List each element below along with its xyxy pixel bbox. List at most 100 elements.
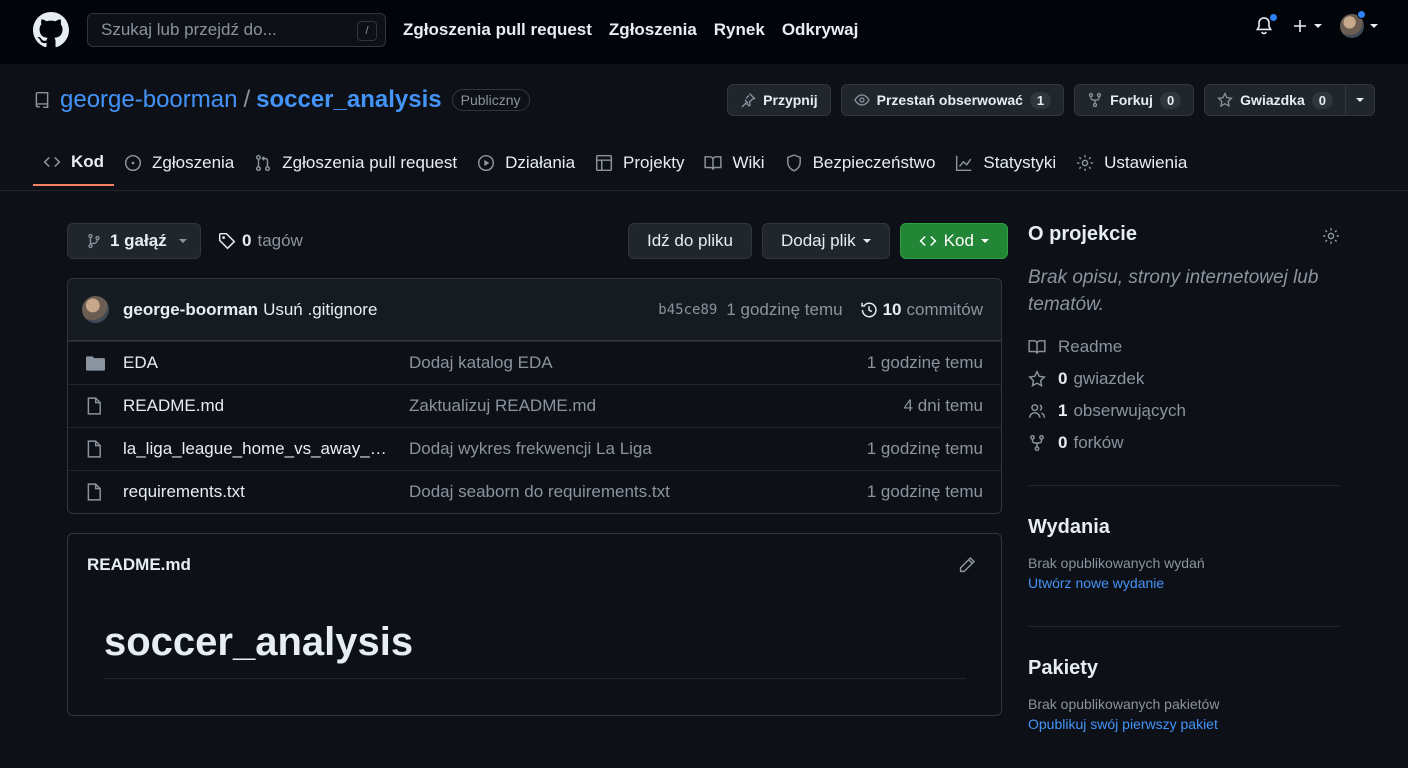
sidebar-divider (1028, 626, 1340, 627)
releases-title[interactable]: Wydania (1028, 516, 1340, 539)
file-name[interactable]: README.md (123, 396, 393, 416)
issue-icon (125, 154, 142, 172)
edit-readme-button[interactable] (958, 556, 976, 574)
create-new-button[interactable] (1292, 18, 1322, 34)
nav-pull-requests[interactable]: Zgłoszenia pull request (403, 20, 592, 40)
star-dropdown-button[interactable] (1346, 84, 1375, 116)
search-shortcut-hint: / (357, 21, 377, 41)
commit-time: 1 godzinę temu (726, 299, 843, 319)
tab-pull-requests[interactable]: Zgłoszenia pull request (244, 140, 467, 186)
nav-issues[interactable]: Zgłoszenia (609, 20, 697, 40)
avatar[interactable] (82, 296, 109, 323)
fork-icon (1030, 434, 1044, 452)
status-dot (1357, 10, 1366, 19)
tab-settings-label: Ustawienia (1104, 153, 1188, 172)
star-button[interactable]: Gwiazdka 0 (1204, 84, 1346, 116)
file-commit-message[interactable]: Dodaj wykres frekwencji La Liga (409, 439, 867, 459)
pull-request-icon (256, 154, 271, 172)
commit-author[interactable]: george-boorman (123, 300, 258, 320)
edit-about-button[interactable] (1322, 227, 1340, 245)
code-button[interactable]: Kod (899, 223, 1008, 259)
code-icon (919, 235, 937, 247)
releases-section: Wydania Brak opublikowanych wydań Utwórz… (1028, 485, 1340, 591)
commit-message[interactable]: Usuń .gitignore (263, 300, 377, 320)
branch-selector[interactable]: 1 gałąź (67, 223, 201, 259)
star-icon (1217, 92, 1234, 108)
commit-sha[interactable]: b45ce89 (658, 302, 717, 318)
tab-security[interactable]: Bezpieczeństwo (775, 140, 946, 186)
packages-section: Pakiety Brak opublikowanych pakietów Opu… (1028, 626, 1340, 732)
nav-explore[interactable]: Odkrywaj (782, 20, 859, 40)
file-table: george-boorman Usuń .gitignore b45ce89 1… (67, 278, 1002, 514)
tab-actions[interactable]: Działania (467, 140, 585, 186)
about-sidebar: O projekcie Brak opisu, strony interneto… (1028, 223, 1340, 732)
watchers-link[interactable]: 1 obserwujących (1028, 401, 1340, 421)
github-logo-icon[interactable] (33, 12, 69, 48)
tab-settings[interactable]: Ustawienia (1066, 140, 1197, 186)
add-file-button[interactable]: Dodaj plik (762, 223, 890, 259)
tab-insights[interactable]: Statystyki (945, 140, 1066, 186)
tab-projects-label: Projekty (623, 153, 685, 172)
file-commit-message[interactable]: Dodaj katalog EDA (409, 353, 867, 373)
user-menu-button[interactable] (1340, 10, 1378, 38)
branch-icon (88, 233, 100, 249)
star-label: Gwiazdka (1240, 92, 1305, 108)
file-time: 4 dni temu (903, 396, 983, 415)
book-icon (704, 156, 723, 170)
tab-code-label: Kod (71, 152, 105, 171)
tab-wiki[interactable]: Wiki (694, 140, 774, 186)
code-icon (43, 156, 61, 168)
tags-link[interactable]: 0 tagów (218, 231, 303, 251)
code-button-label: Kod (943, 231, 974, 250)
packages-title[interactable]: Pakiety (1028, 657, 1340, 680)
create-release-link[interactable]: Utwórz nowe wydanie (1028, 575, 1340, 591)
repo-tabs: Kod Zgłoszenia Zgłoszenia pull request D… (33, 140, 1197, 190)
fork-button[interactable]: Forkuj 0 (1074, 84, 1195, 116)
stars-link[interactable]: 0 gwiazdek (1028, 369, 1340, 389)
file-icon (87, 440, 101, 458)
play-icon (478, 154, 495, 172)
tab-code[interactable]: Kod (33, 140, 115, 186)
file-commit-message[interactable]: Zaktualizuj README.md (409, 396, 904, 416)
forks-count: 0 (1058, 433, 1068, 452)
commit-meta: b45ce89 1 godzinę temu 10 commitów (658, 300, 983, 320)
table-row: requirements.txt Dodaj seaborn do requir… (68, 470, 1001, 513)
tab-issues-label: Zgłoszenia (152, 153, 235, 172)
publish-package-link[interactable]: Opublikuj swój pierwszy pakiet (1028, 716, 1340, 732)
go-to-file-button[interactable]: Idź do pliku (628, 223, 752, 259)
search-input[interactable]: Szukaj lub przejdź do... / (87, 13, 386, 47)
file-time: 1 godzinę temu (866, 353, 983, 372)
file-name[interactable]: requirements.txt (123, 482, 393, 502)
readme-header[interactable]: README.md (87, 555, 191, 575)
commits-history-link[interactable]: 10 commitów (860, 300, 983, 320)
about-meta: Readme 0 gwiazdek 1 obserwujących 0 fork… (1028, 337, 1340, 453)
repo-title: george-boorman / soccer_analysis Publicz… (33, 86, 530, 114)
nav-marketplace[interactable]: Rynek (714, 20, 765, 40)
star-icon (1028, 370, 1046, 388)
file-name[interactable]: la_liga_league_home_vs_away_att... (123, 439, 393, 459)
file-commit-message[interactable]: Dodaj seaborn do requirements.txt (409, 482, 867, 502)
chevron-down-icon (1314, 24, 1322, 28)
pin-button[interactable]: Przypnij (727, 84, 831, 116)
pin-label: Przypnij (763, 92, 818, 108)
readme-divider (104, 678, 966, 679)
tab-projects[interactable]: Projekty (585, 140, 694, 186)
tab-security-label: Bezpieczeństwo (812, 153, 936, 172)
repo-owner-link[interactable]: george-boorman (60, 86, 237, 114)
graph-icon (956, 155, 972, 172)
table-row: EDA Dodaj katalog EDA 1 godzinę temu (68, 341, 1001, 384)
unwatch-button[interactable]: Przestań obserwować 1 (840, 84, 1065, 116)
notification-dot (1269, 13, 1278, 22)
tab-wiki-label: Wiki (732, 153, 765, 172)
pin-icon (741, 93, 756, 108)
repo-name-link[interactable]: soccer_analysis (256, 86, 441, 114)
tab-issues[interactable]: Zgłoszenia (114, 140, 244, 186)
tags-count: 0 (242, 231, 252, 250)
readme-link[interactable]: Readme (1028, 337, 1340, 357)
notifications-button[interactable] (1254, 13, 1278, 36)
file-name[interactable]: EDA (123, 353, 393, 373)
stars-label: gwiazdek (1073, 369, 1145, 388)
forks-link[interactable]: 0 forków (1028, 433, 1340, 453)
chevron-down-icon (1356, 98, 1364, 102)
folder-icon (86, 355, 105, 371)
